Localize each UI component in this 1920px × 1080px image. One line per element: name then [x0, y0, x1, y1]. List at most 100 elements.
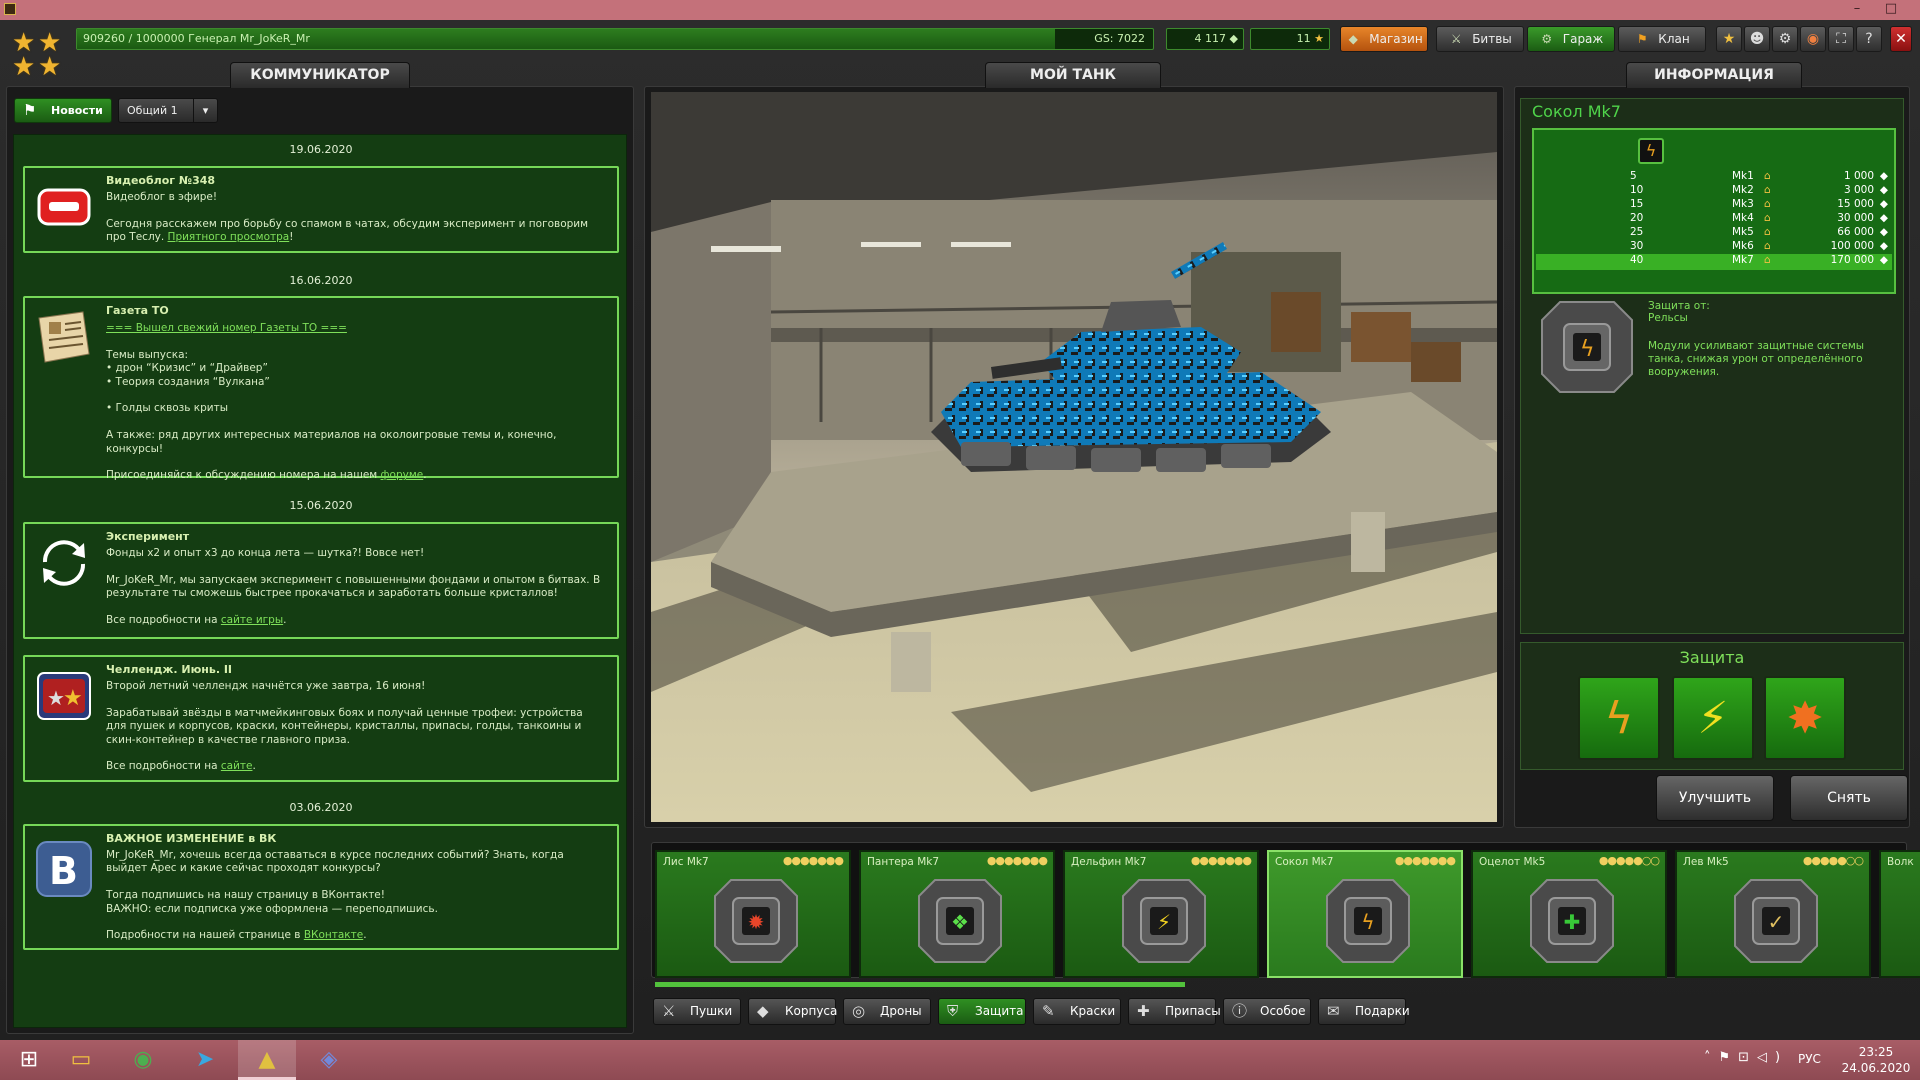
clock[interactable]: 23:25 24.06.2020	[1836, 1044, 1916, 1076]
news-line: Второй летний челлендж начнётся уже завт…	[106, 680, 426, 692]
help-icon[interactable]: ?	[1856, 26, 1882, 52]
upgrade-price: 66 000	[1837, 226, 1874, 238]
news-line: Подробности на нашей странице в	[106, 929, 304, 942]
svg-text:ϟ: ϟ	[1361, 910, 1374, 934]
clan-icon: ⚑	[1636, 32, 1648, 46]
crystal-icon: ◆	[1879, 184, 1888, 196]
item-name: Оцелот Mk5	[1479, 856, 1546, 868]
garage-scene-image	[651, 92, 1497, 822]
friends-icon[interactable]: ☻	[1744, 26, 1770, 52]
carousel-item[interactable]: Лев Mk5 ●●●●●○○ ✓	[1675, 850, 1871, 978]
news-feed[interactable]: 19.06.2020 Видеоблог №348 Видеоблог в эф…	[13, 134, 627, 1028]
carousel-item[interactable]: Волк	[1879, 850, 1920, 978]
system-tray-icons[interactable]: ˄⚑⊡◁)	[1704, 1050, 1788, 1065]
defense-slot-railgun-icon[interactable]: ϟ	[1578, 676, 1660, 760]
rank-icon: ⌂	[1764, 184, 1771, 196]
achievements-star-icon[interactable]: ★	[1716, 26, 1742, 52]
news-button[interactable]: ⚑ Новости	[14, 98, 112, 123]
news-link[interactable]: ВКонтакте	[304, 929, 363, 941]
svg-text:❖: ❖	[951, 910, 969, 934]
news-title: Челлендж. Июнь. II	[106, 663, 233, 676]
maximize-button[interactable]: □	[1874, 0, 1908, 20]
video-play-icon	[35, 178, 93, 236]
category-button[interactable]: ✚ Припасы	[1128, 998, 1221, 1025]
category-button[interactable]: ◆ Корпуса	[748, 998, 837, 1025]
channel-select[interactable]: Общий 1 ▾	[118, 98, 218, 123]
category-button[interactable]: ✎ Краски	[1033, 998, 1121, 1025]
upgrade-price: 15 000	[1837, 198, 1874, 210]
sound-icon[interactable]: ◉	[1800, 26, 1826, 52]
svg-text:✚: ✚	[1564, 910, 1581, 934]
language-indicator[interactable]: РУС	[1798, 1052, 1821, 1066]
minimize-button[interactable]: –	[1840, 0, 1874, 20]
news-line: • Голды сквозь криты	[106, 402, 229, 415]
item-name: Лев Mk5	[1683, 856, 1729, 868]
nav-clan-button[interactable]: ⚑ Клан	[1618, 26, 1706, 52]
tab-my-tank[interactable]: МОЙ ТАНК	[985, 62, 1161, 88]
news-card: B ВАЖНОЕ ИЗМЕНЕНИЕ в ВК Mr_JoKeR_Mr, хоч…	[23, 824, 619, 950]
news-link[interactable]: сайте	[221, 760, 253, 772]
carousel-item[interactable]: Оцелот Mk5 ●●●●●○○ ✚	[1471, 850, 1667, 978]
news-line: Тогда подпишись на нашу страницу в ВКонт…	[106, 889, 385, 902]
crystal-icon: ◆	[1879, 198, 1888, 210]
file-explorer-icon[interactable]: ▭	[52, 1040, 110, 1080]
carousel-item[interactable]: Сокол Mk7 ●●●●●●● ϟ	[1267, 850, 1463, 978]
item-name: Лис Mk7	[663, 856, 709, 868]
upgrade-button[interactable]: Улучшить	[1656, 775, 1774, 821]
item-name: Дельфин Mk7	[1071, 856, 1147, 868]
news-link[interactable]: === Вышел свежий номер Газеты ТО ===	[106, 322, 347, 334]
defense-slot-explosion-icon[interactable]: ✸	[1764, 676, 1846, 760]
telegram-icon[interactable]: ➤	[176, 1040, 234, 1080]
module-description: Модули усиливают защитные системы танка,…	[1648, 340, 1865, 378]
settings-gear-icon[interactable]: ⚙	[1772, 26, 1798, 52]
nav-battles-button[interactable]: ⚔ Битвы	[1436, 26, 1524, 52]
module-railgun-icon: ϟ	[1540, 300, 1634, 394]
chrome-icon[interactable]: ◉	[114, 1040, 172, 1080]
upgrade-mk: Mk3	[1732, 198, 1754, 210]
news-link[interactable]: Приятного просмотра	[168, 231, 290, 243]
rank-icon: ⌂	[1764, 226, 1771, 238]
carousel-scrollbar[interactable]	[655, 982, 1185, 987]
svg-text:ϟ: ϟ	[1580, 337, 1595, 362]
category-button[interactable]: ◎ Дроны	[843, 998, 931, 1025]
news-link[interactable]: сайте игры	[221, 614, 283, 626]
brush-icon: ✎	[1042, 1002, 1055, 1020]
crystal-icon: ◆	[1879, 240, 1888, 252]
upgrade-rank: 40	[1630, 254, 1644, 266]
upgrade-level-dots: ●●●●●●●	[1394, 854, 1456, 867]
remove-button[interactable]: Снять	[1790, 775, 1908, 821]
category-button[interactable]: ⛨ Защита	[938, 998, 1026, 1025]
carousel-item[interactable]: Дельфин Mk7 ●●●●●●● ⚡	[1063, 850, 1259, 978]
lightning-icon: ⚡	[1121, 878, 1207, 964]
tab-info[interactable]: ИНФОРМАЦИЯ	[1626, 62, 1802, 88]
nav-garage-button[interactable]: ⚙ Гараж	[1527, 26, 1615, 52]
category-button[interactable]: ⚔ Пушки	[653, 998, 741, 1025]
news-line: • Теория создания “Вулкана”	[106, 375, 270, 388]
tank-viewport[interactable]	[651, 92, 1497, 822]
category-button[interactable]: ⓘ Особое	[1223, 998, 1311, 1025]
category-button[interactable]: ✉ Подарки	[1318, 998, 1410, 1025]
exit-close-icon[interactable]: ✕	[1890, 26, 1912, 52]
drone-icon: ◎	[852, 1002, 866, 1020]
carousel-item[interactable]: Пантера Mk7 ●●●●●●● ❖	[859, 850, 1055, 978]
tab-communicator[interactable]: КОММУНИКАТОР	[230, 62, 410, 88]
news-card: Видеоблог №348 Видеоблог в эфире! Сегодня…	[23, 166, 619, 253]
carousel-item[interactable]: Лис Mk7 ●●●●●●● ✹	[655, 850, 851, 978]
plus-icon: ✚	[1529, 878, 1615, 964]
news-body: Видеоблог в эфире! Сегодня расскажем про …	[106, 191, 589, 244]
fire-icon: ✹	[713, 878, 799, 964]
tanki-online-icon[interactable]: ▲	[238, 1040, 296, 1080]
experience-bar: 909260 / 1000000 Генерал Mr_JoKeR_Mr GS:…	[76, 28, 1154, 50]
defense-slot-lightning-icon[interactable]: ⚡	[1672, 676, 1754, 760]
shield-icon: ⛨	[947, 1002, 959, 1020]
news-body: Фонды x2 и опыт x3 до конца лета — шутка…	[106, 547, 601, 627]
gun-icon: ⚔	[662, 1002, 676, 1020]
nav-shop-button[interactable]: ◆ Магазин	[1340, 26, 1428, 52]
acid-icon: ❖	[917, 878, 1003, 964]
windows-start-icon[interactable]: ⊞	[0, 1040, 58, 1080]
fullscreen-icon[interactable]: ⛶	[1828, 26, 1854, 52]
clock-time: 23:25	[1858, 1045, 1894, 1059]
discord-icon[interactable]: ◈	[300, 1040, 358, 1080]
news-link[interactable]: форуме	[381, 469, 424, 481]
news-body: Второй летний челлендж начнётся уже завт…	[106, 680, 583, 773]
